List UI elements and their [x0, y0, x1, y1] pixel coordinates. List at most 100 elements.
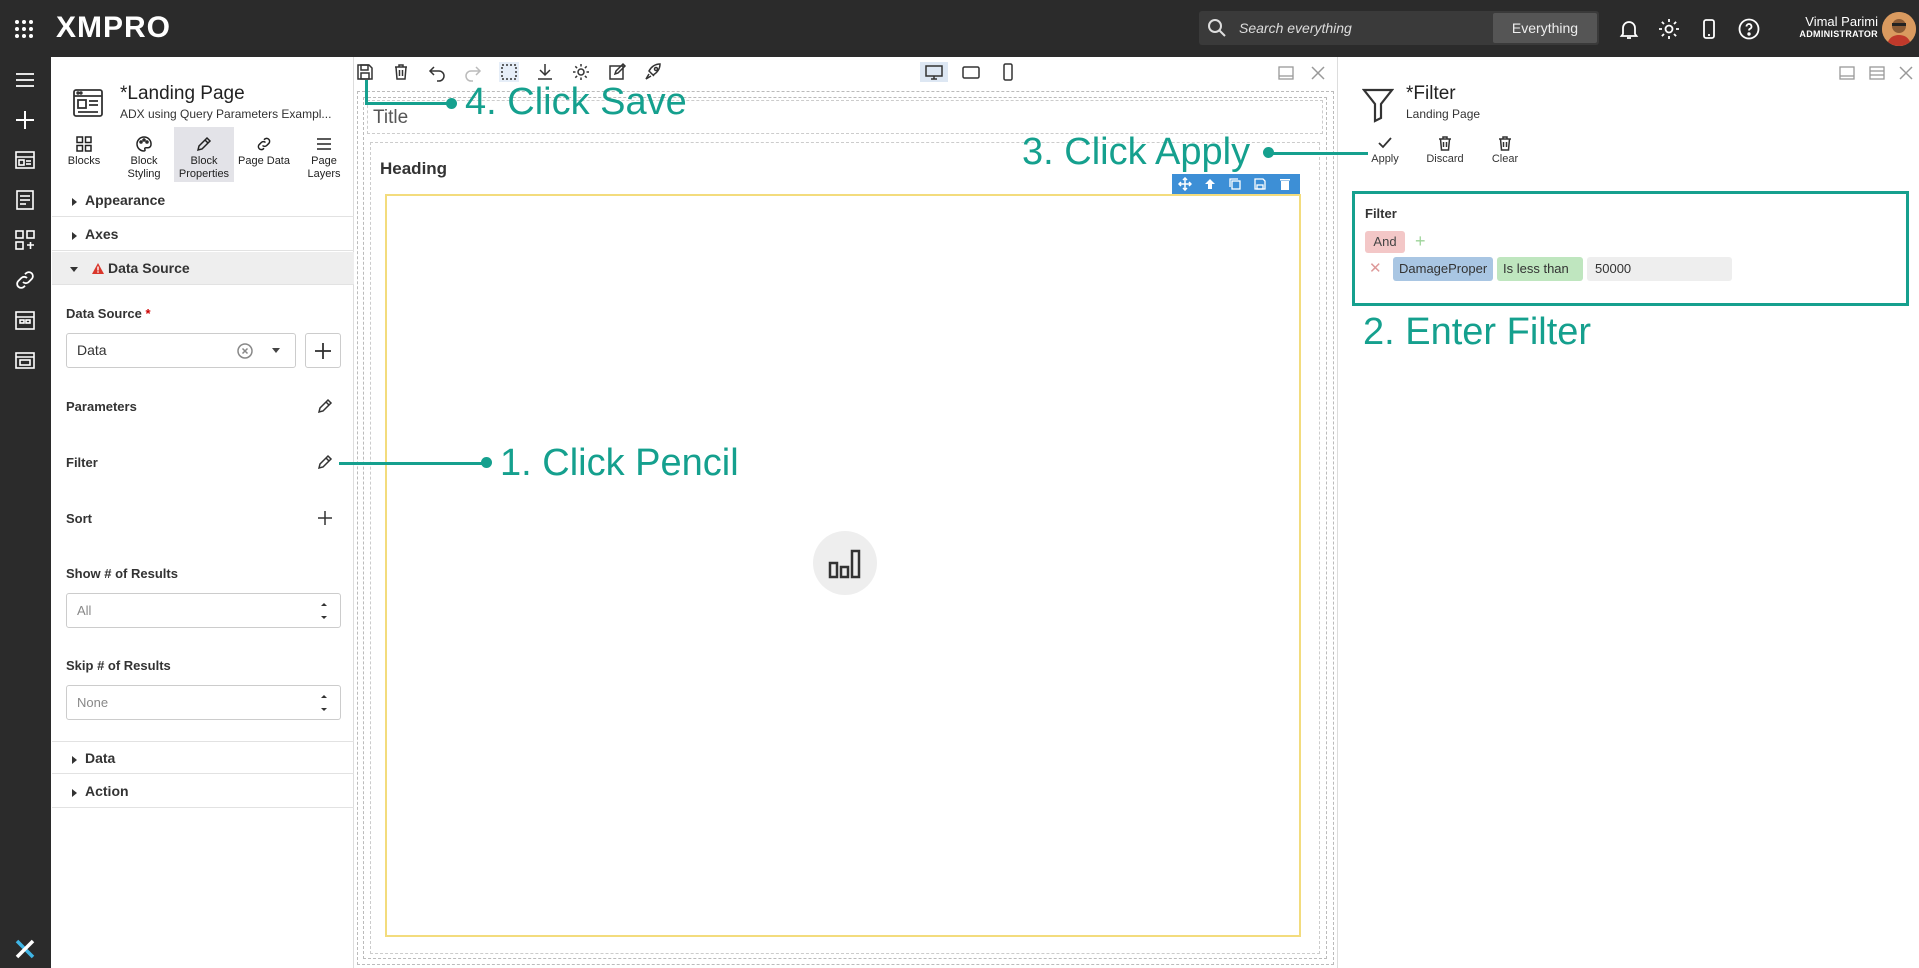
tab-blocks[interactable]: Blocks — [54, 127, 114, 182]
layers-icon — [317, 138, 331, 150]
clear-label: Clear — [1491, 153, 1519, 165]
close-icon[interactable] — [1309, 64, 1327, 82]
close-icon[interactable] — [1897, 64, 1915, 82]
data-source-select[interactable]: Data — [66, 333, 296, 368]
annotation-step-4: 4. Click Save — [465, 81, 687, 123]
annotation-connector-4b — [365, 102, 451, 105]
show-results-placeholder: All — [77, 603, 92, 618]
tab-block-styling-label: Block Styling — [127, 155, 161, 180]
arrow-up-icon[interactable] — [1203, 177, 1217, 191]
user-menu[interactable]: Vimal Parimi ADMINISTRATOR — [1778, 14, 1878, 39]
filter-panel: *Filter Landing Page Apply Discard Clear… — [1337, 57, 1919, 968]
chevron-right-icon — [72, 198, 77, 206]
apply-label: Apply — [1371, 153, 1399, 165]
page-title: *Landing Page — [120, 83, 245, 104]
clear-circle-icon[interactable] — [237, 343, 253, 359]
filter-section-title: Filter — [1365, 206, 1397, 221]
tablet-view-icon[interactable] — [961, 62, 981, 82]
condition-value-input[interactable]: 50000 — [1587, 257, 1732, 281]
calendar-icon[interactable] — [13, 308, 37, 332]
bell-icon[interactable] — [1617, 17, 1641, 41]
filter-label: Filter — [66, 455, 98, 470]
avatar[interactable] — [1882, 12, 1916, 46]
desktop-view-icon[interactable] — [920, 62, 948, 82]
download-icon[interactable] — [535, 62, 555, 82]
tab-block-properties[interactable]: Block Properties — [174, 127, 234, 182]
add-icon[interactable] — [13, 108, 37, 132]
move-icon[interactable] — [1178, 177, 1192, 191]
trash-icon — [1439, 136, 1451, 151]
filter-panel-subtitle: Landing Page — [1406, 107, 1481, 121]
section-axes[interactable]: Axes — [52, 218, 354, 251]
warning-icon — [92, 263, 104, 274]
annotation-dot-4 — [446, 98, 457, 109]
add-sort-icon[interactable] — [316, 509, 334, 527]
hamburger-menu-icon[interactable] — [13, 68, 37, 92]
xmpro-x-icon[interactable] — [13, 937, 37, 961]
annotation-connector-1 — [339, 462, 486, 465]
maximize-icon[interactable] — [1868, 64, 1886, 82]
edit-filter-pencil-icon[interactable] — [316, 453, 334, 471]
remove-condition-icon[interactable]: ✕ — [1369, 259, 1382, 277]
link-icon[interactable] — [13, 268, 37, 292]
minimize-icon[interactable] — [1838, 64, 1856, 82]
annotation-connector-3 — [1268, 152, 1368, 155]
condition-field-chip[interactable]: DamageProper — [1393, 257, 1493, 281]
tab-page-data[interactable]: Page Data — [234, 127, 294, 182]
add-condition-icon[interactable]: + — [1415, 231, 1426, 252]
minimize-icon[interactable] — [1277, 64, 1295, 82]
user-role: ADMINISTRATOR — [1799, 29, 1878, 39]
nav-sidebar — [0, 57, 51, 968]
delete-block-icon[interactable] — [1278, 177, 1292, 191]
edit-page-icon[interactable] — [607, 62, 627, 82]
funnel-icon — [1362, 87, 1394, 123]
save-block-icon[interactable] — [1253, 177, 1267, 191]
tab-block-styling[interactable]: Block Styling — [114, 127, 174, 182]
chevron-right-icon — [72, 789, 77, 797]
search-scope-dropdown[interactable]: Everything — [1493, 13, 1597, 43]
gear-icon[interactable] — [1657, 17, 1681, 41]
edit-parameters-pencil-icon[interactable] — [316, 397, 334, 415]
section-action[interactable]: Action — [52, 775, 354, 808]
undo-icon[interactable] — [427, 62, 447, 82]
apps-grid-icon[interactable] — [13, 228, 37, 252]
clear-button[interactable]: Clear — [1481, 135, 1529, 165]
data-stream-icon[interactable] — [13, 348, 37, 372]
number-spinner-icon[interactable] — [320, 692, 328, 714]
app-launcher-icon[interactable] — [12, 17, 36, 41]
filter-builder: Filter And + ✕ DamageProper Is less than… — [1352, 191, 1909, 306]
save-icon[interactable] — [355, 62, 375, 82]
redo-icon[interactable] — [463, 62, 483, 82]
skip-results-input[interactable]: None — [66, 685, 341, 720]
discard-button[interactable]: Discard — [1421, 135, 1469, 165]
rocket-icon[interactable] — [643, 62, 663, 82]
xmpro-logo[interactable]: XMPRO — [56, 12, 186, 44]
condition-operator-chip[interactable]: Is less than — [1497, 257, 1583, 281]
copy-icon[interactable] — [1228, 177, 1242, 191]
discard-label: Discard — [1426, 153, 1464, 165]
help-icon[interactable] — [1737, 17, 1761, 41]
section-data[interactable]: Data — [52, 741, 354, 774]
apply-button[interactable]: Apply — [1361, 135, 1409, 165]
recipes-icon[interactable] — [13, 188, 37, 212]
number-spinner-icon[interactable] — [320, 600, 328, 622]
tab-page-layers[interactable]: Page Layers — [294, 127, 354, 182]
annotation-dot-1 — [481, 457, 492, 468]
annotation-step-1: 1. Click Pencil — [500, 442, 739, 484]
trash-icon[interactable] — [391, 62, 411, 82]
select-area-icon[interactable] — [499, 62, 519, 82]
phone-view-icon[interactable] — [998, 62, 1018, 82]
group-operator-chip[interactable]: And — [1365, 231, 1405, 253]
link-icon — [257, 137, 271, 151]
section-data-source[interactable]: Data Source — [52, 252, 354, 285]
chart-block[interactable] — [385, 194, 1301, 937]
settings-icon[interactable] — [571, 62, 591, 82]
tab-page-layers-label: Page Layers — [307, 155, 341, 180]
add-data-source-button[interactable] — [305, 333, 341, 368]
caret-down-icon[interactable] — [271, 348, 281, 354]
section-appearance[interactable]: Appearance — [52, 184, 354, 217]
show-results-input[interactable]: All — [66, 593, 341, 628]
search-input[interactable] — [1239, 11, 1489, 45]
dashboard-icon[interactable] — [13, 148, 37, 172]
mobile-icon[interactable] — [1697, 17, 1721, 41]
